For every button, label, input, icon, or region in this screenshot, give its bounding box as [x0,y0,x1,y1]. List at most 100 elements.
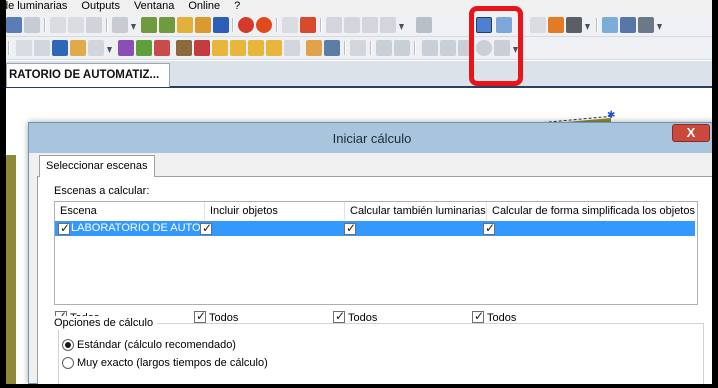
start-calculation-dialog: Iniciar cálculo X Seleccionar escenas Es… [28,122,712,384]
dialog-title-bar: Iniciar cálculo X [29,123,712,153]
luminaire-icon[interactable] [141,17,157,33]
dropdown-arrow-icon[interactable] [107,47,112,53]
object-icon[interactable] [136,40,152,56]
toolbar-separator [232,18,234,32]
paint-icon[interactable] [118,40,134,56]
light-arrangement-icon[interactable] [195,17,211,33]
menu-item-ventana[interactable]: Ventana [134,0,174,12]
line-tool-icon[interactable] [422,40,438,56]
export-icon[interactable] [326,17,342,33]
export-dwg-icon[interactable] [344,17,360,33]
radio-very-exact-label[interactable]: Muy exacto (largos tiempos de cálculo) [77,356,268,370]
measure-icon[interactable] [282,17,298,33]
furniture-icon[interactable] [176,40,192,56]
export-dxf-icon[interactable] [362,17,378,33]
daylight-icon[interactable] [248,40,264,56]
calc-luminaires-checkbox[interactable]: ✓ [344,221,357,235]
toolbar-separator [44,18,46,32]
close-button[interactable]: X [672,124,710,142]
search-result-icon[interactable] [548,17,564,33]
toolbar-separator [8,41,10,55]
calc-options-group [58,323,704,384]
include-objects-checkbox[interactable]: ✓ [200,221,212,235]
select-pointer-icon[interactable] [16,40,32,56]
checkbox-box[interactable]: ✓ [194,309,207,323]
checkmark-icon: ✓ [335,309,346,323]
simplified-checkbox[interactable]: ✓ [483,221,496,235]
document-icon[interactable] [530,17,546,33]
vertex-marker-icon: ✱ [607,110,615,121]
pan-hand-icon[interactable] [70,40,86,56]
highlight-box [469,6,523,86]
texture-icon[interactable] [194,40,210,56]
view-icon[interactable] [416,17,432,33]
calc-grid-icon[interactable] [306,40,322,56]
menu-item-online[interactable]: Online [188,0,220,12]
checkmark-icon: ✓ [196,309,207,323]
copy-icon[interactable] [50,17,66,33]
fit-view-icon[interactable] [88,40,104,56]
ground-icon[interactable] [266,40,282,56]
checkmark-icon: ✓ [485,221,496,235]
table-row[interactable]: ✓ LABORATORIO DE AUTOMAT ✓ ✓ ✓ [55,221,695,236]
toolbar-separator [414,41,416,55]
checkmark-icon: ✓ [60,221,71,235]
toolbar-separator [276,18,278,32]
calc-point-icon[interactable] [350,40,366,56]
room-elements-icon[interactable] [230,40,246,56]
toolbar-view [6,37,712,60]
checkbox-box[interactable]: ✓ [472,309,484,323]
window-icon[interactable] [638,17,654,33]
dropdown-arrow-icon[interactable] [657,24,662,30]
report-settings-icon[interactable] [394,40,410,56]
dropdown-arrow-icon[interactable] [399,24,404,30]
delete-icon[interactable] [86,17,102,33]
report-icon[interactable] [376,40,392,56]
list-icon[interactable] [620,17,636,33]
column-header-calcular-luminarias[interactable]: Calcular también luminarias [345,202,487,220]
room-icon[interactable] [212,40,228,56]
luminaire-group-icon[interactable] [159,17,175,33]
document-tab[interactable]: RATORIO DE AUTOMATIZ... [6,63,171,87]
paste-icon[interactable] [68,17,84,33]
color-icon[interactable] [256,17,272,33]
arrow-tool-icon[interactable] [300,17,316,33]
rotate-view-icon[interactable] [52,40,68,56]
tool-icon[interactable] [24,17,40,33]
tab-panel: Escenas a calcular: Escena Incluir objet… [37,176,712,384]
polyline-icon[interactable] [440,40,456,56]
building-icon[interactable] [284,40,300,56]
target-icon[interactable] [238,17,254,33]
checkbox-box[interactable]: ✓ [333,309,346,323]
open-icon[interactable] [6,17,22,33]
checkmark-icon: ✓ [346,221,357,235]
edit-icon[interactable] [112,17,128,33]
scene-name: LABORATORIO DE AUTOMAT [71,222,209,234]
tab-select-scenes[interactable]: Seleccionar escenas [39,155,155,177]
lamp-icon[interactable] [177,17,193,33]
print-icon[interactable] [566,17,582,33]
radio-selected-dot [65,342,71,348]
room-wall-strip [6,155,16,384]
column-header-incluir-objetos[interactable]: Incluir objetos [205,202,345,220]
menu-item-help[interactable]: ? [234,0,240,12]
layout-icon[interactable] [602,17,618,33]
export-other-icon[interactable] [380,17,396,33]
luminaire-database-icon[interactable] [213,17,229,33]
radio-standard[interactable] [62,339,74,351]
radio-standard-label[interactable]: Estándar (cálculo recomendado) [77,338,236,352]
toolbar-separator [344,41,346,55]
column-header-escena[interactable]: Escena [55,202,205,220]
menu-item-outputs[interactable]: Outputs [81,0,120,12]
calc-surface-icon[interactable] [324,40,340,56]
toolbar-separator [106,18,108,32]
scene-checkbox[interactable]: ✓ [58,221,71,235]
menu-item-luminarias[interactable]: de luminarias [6,0,67,12]
dropdown-arrow-icon[interactable] [131,24,136,30]
column-header-forma-simplificada[interactable]: Calcular de forma simplificada los objet… [487,202,697,220]
menu-bar: de luminarias Outputs Ventana Online? [6,0,712,14]
measure-line-icon[interactable] [154,40,170,56]
dropdown-arrow-icon[interactable] [585,24,590,30]
zoom-icon[interactable] [34,40,50,56]
radio-very-exact[interactable] [62,357,74,369]
